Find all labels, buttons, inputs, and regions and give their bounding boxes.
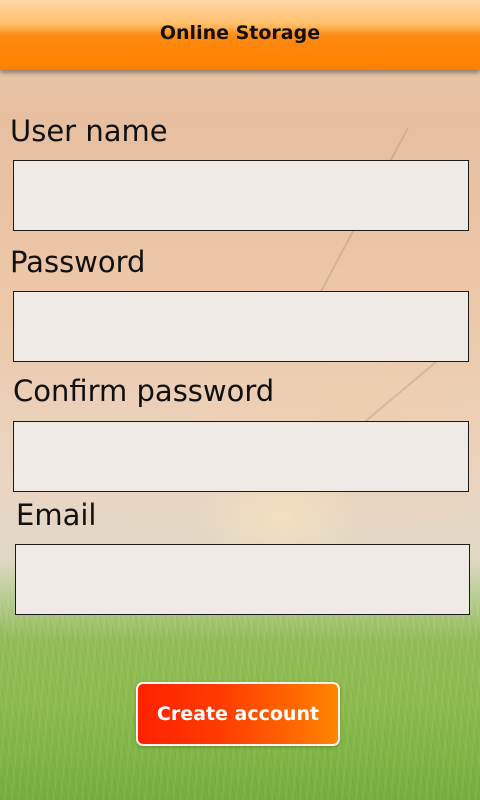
create-account-button[interactable]: Create account (136, 682, 340, 746)
username-input[interactable] (13, 160, 469, 231)
app-screen: Online Storage User name Password Confir… (0, 0, 480, 800)
password-label: Password (10, 245, 146, 279)
email-input[interactable] (15, 544, 470, 615)
password-input[interactable] (13, 291, 469, 362)
page-title: Online Storage (159, 22, 321, 44)
confirm-password-label: Confirm password (13, 374, 275, 408)
email-label: Email (16, 498, 97, 532)
username-label: User name (10, 114, 168, 148)
title-bar: Online Storage (0, 0, 480, 70)
confirm-password-input[interactable] (13, 421, 469, 492)
